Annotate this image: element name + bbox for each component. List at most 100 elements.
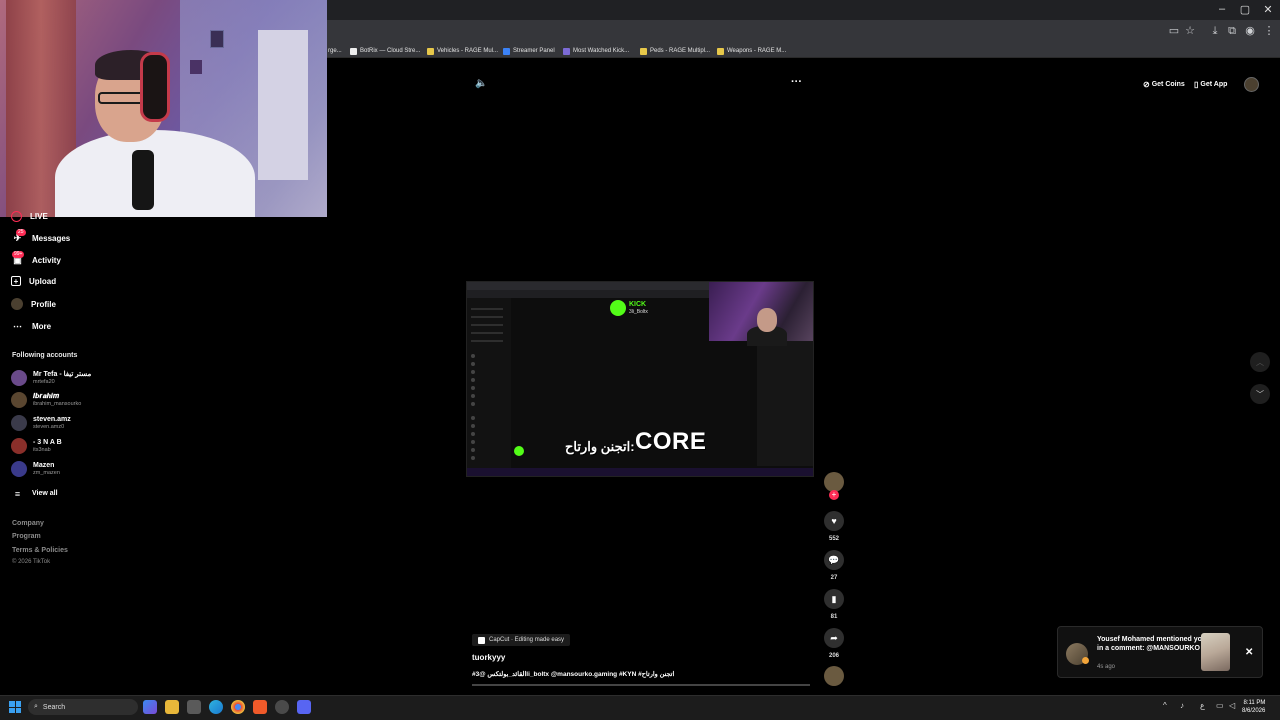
search-icon: ⌕ [34,703,38,710]
sidebar-item-live[interactable]: LIVE [11,211,48,222]
tray-chevron-icon[interactable]: ^ [1163,701,1167,710]
rage-icon [640,47,647,55]
close-window-button[interactable]: ✕ [1257,3,1279,16]
taskbar-app-icon[interactable] [143,700,157,714]
follow-plus-icon[interactable]: + [829,490,839,500]
more-options-icon[interactable]: ··· [791,76,802,88]
avatar-icon [11,298,23,310]
footer-company-link[interactable]: Company [12,520,44,527]
activity-badge: 99+ [12,251,25,258]
botrix-icon [350,47,357,55]
following-account[interactable]: 𝑰𝒃𝒓𝒂𝒉𝒊𝒎 ibrahim_mansourko [11,392,81,408]
bookmark-icon: ▮ [831,593,837,604]
panel-icon [503,47,510,55]
webcam-door [258,30,308,180]
windows-start-icon[interactable] [9,701,21,713]
maximize-button[interactable]: ▢ [1234,3,1256,16]
webcam-frame [190,60,202,74]
video-progress-bar[interactable] [472,684,810,686]
speaker-icon[interactable]: ◁ [1229,701,1235,710]
profile-icon[interactable]: ◉ [1243,24,1257,38]
bookmark-item[interactable]: Vehicles - RAGE Mul... [427,45,498,57]
discord-icon[interactable] [297,700,311,714]
footer-program-link[interactable]: Program [12,533,41,540]
bookmark-item[interactable]: rge... [328,45,342,57]
rage-icon [427,47,434,55]
user-avatar[interactable] [1244,77,1259,92]
like-count: 552 [828,536,839,542]
following-account[interactable]: Mr Tefa - مستر تيفا mrtefa20 [11,370,91,386]
save-button[interactable]: ▮ [824,589,844,609]
edge-icon[interactable] [209,700,223,714]
browser-menu-icon[interactable]: ⋮ [1262,24,1276,38]
mention-notification[interactable]: Yousef Mohamed mentioned you in a commen… [1057,626,1263,678]
notification-thumbnail [1201,633,1230,671]
taskbar-date: 8/6/2026 [1242,708,1266,714]
extensions-icon[interactable]: ⧉ [1225,24,1239,38]
bookmark-item[interactable]: Weapons - RAGE M... [717,45,786,57]
video-author[interactable]: tuorkyyy [472,653,505,662]
video-taskbar [467,468,813,476]
previous-video-button[interactable]: ︿ [1250,352,1270,372]
list-icon: ≡ [14,488,21,499]
following-account[interactable]: - 3 N A Bits3nab [11,438,62,454]
account-avatar [11,461,27,477]
next-video-button[interactable]: ﹀ [1250,384,1270,404]
comment-count: 27 [830,575,838,581]
bookmark-item[interactable]: Streamer Panel [503,45,555,57]
sidebar-item-profile[interactable]: Profile [11,298,56,310]
following-account[interactable]: steven.amz steven.amz0 [11,415,71,431]
creator-avatar[interactable] [824,472,844,492]
close-icon[interactable]: ✕ [1245,647,1253,658]
download-icon[interactable]: ⤓ [1208,24,1222,38]
comment-button[interactable]: 💬 [824,550,844,570]
account-avatar [11,392,27,408]
sidebar-item-more[interactable]: ⋯ More [11,320,51,333]
notification-status-dot [1082,657,1089,664]
notification-time: 4s ago [1097,664,1116,670]
music-disc-icon[interactable] [824,666,844,686]
notification-title: Yousef Mohamed mentioned you in a commen… [1097,636,1207,652]
share-count: 206 [828,653,839,659]
view-all-button[interactable]: ≡ View all [11,487,58,500]
get-coins-button[interactable]: ⊘ Get Coins [1143,77,1185,92]
minimize-button[interactable]: – [1211,3,1233,15]
account-avatar [11,415,27,431]
following-account[interactable]: Mazen zm_mazen [11,461,60,477]
webcam-overlay [0,0,327,217]
chevron-down-icon: ﹀ [1256,389,1264,399]
chrome-icon[interactable] [231,700,245,714]
footer-terms-link[interactable]: Terms & Policies [12,547,68,554]
account-avatar [11,438,27,454]
phone-icon: ▯ [1194,80,1199,89]
volume-icon[interactable]: 🔈 [475,78,487,89]
video-player[interactable]: KICK 3li_Boltx اتجنن وارتاح: CORE [466,281,814,477]
share-arrow-icon: ➦ [830,632,838,643]
taskbar-search[interactable]: ⌕ Search [28,699,138,715]
video-kick-chat [757,341,813,466]
video-caption-arabic: اتجنن وارتاح: [565,439,635,454]
sidebar-item-upload[interactable]: + Upload [11,276,56,286]
taskbar-app-icon[interactable] [275,700,289,714]
bookmark-star-icon[interactable]: ☆ [1183,24,1197,38]
webcam-frame [210,30,224,48]
heart-icon: ♥ [831,516,837,526]
account-avatar [11,370,27,386]
rage-icon [717,47,724,55]
taskbar-clock[interactable]: 8:11 PM 8/6/2026 [1242,699,1265,715]
share-button[interactable]: ➦ [824,628,844,648]
brave-icon[interactable] [253,700,267,714]
language-icon[interactable]: ع [1200,701,1205,710]
get-app-button[interactable]: ▯ Get App [1194,77,1227,92]
bookmark-item[interactable]: Peds - RAGE Multipl... [640,45,710,57]
kick-avatar-icon [610,300,626,316]
bookmark-item[interactable]: BotRix — Cloud Stre... [350,45,420,57]
microphone-icon[interactable]: ♪ [1180,701,1184,710]
file-explorer-icon[interactable] [165,700,179,714]
taskbar-app-icon[interactable] [187,700,201,714]
bookmark-item[interactable]: Most Watched Kick... [563,45,629,57]
like-button[interactable]: ♥ [824,511,844,531]
cast-icon[interactable]: ▭ [1167,24,1181,38]
capcut-tag[interactable]: CapCut · Editing made easy [472,634,571,646]
network-icon[interactable]: ▭ [1216,701,1224,710]
